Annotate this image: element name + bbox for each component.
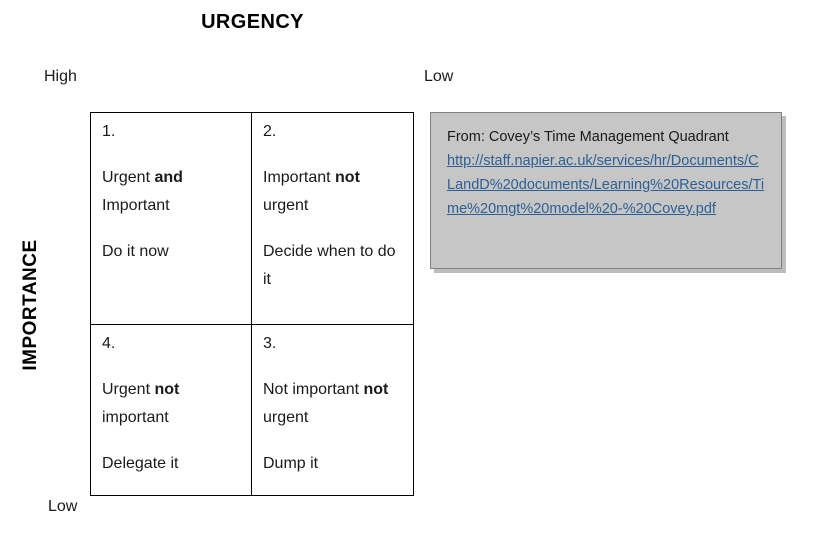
quadrant-description-suffix: urgent xyxy=(263,197,309,214)
quadrant-action: Do it now xyxy=(102,243,169,260)
quadrant-4-urgent-not-important: 4. Urgent not important Delegate it xyxy=(91,325,252,495)
source-caption: From: Covey’s Time Management Quadrant xyxy=(447,129,729,145)
urgency-low-label: Low xyxy=(424,68,454,85)
quadrant-description-prefix: Urgent xyxy=(102,169,155,186)
quadrant-3-not-important-not-urgent: 3. Not important not urgent Dump it xyxy=(252,325,413,495)
quadrant-description: Not important not urgent xyxy=(263,376,403,432)
quadrant-number: 3. xyxy=(263,335,277,352)
source-citation-box: From: Covey’s Time Management Quadrant h… xyxy=(430,112,782,269)
quadrant-grid: 1. Urgent and Important Do it now 2. Imp… xyxy=(90,112,414,496)
urgency-axis-title: URGENCY xyxy=(201,11,304,33)
source-url-link[interactable]: http://staff.napier.ac.uk/services/hr/Do… xyxy=(447,149,765,221)
quadrant-description: Urgent and Important xyxy=(102,164,241,220)
quadrant-description-emphasis: not xyxy=(335,169,360,186)
quadrant-description-emphasis: and xyxy=(154,169,183,186)
quadrant-action: Dump it xyxy=(263,455,319,472)
quadrant-description-prefix: Urgent xyxy=(102,381,155,398)
quadrant-1-urgent-and-important: 1. Urgent and Important Do it now xyxy=(91,113,252,325)
quadrant-description: Important not urgent xyxy=(263,164,403,220)
quadrant-description-emphasis: not xyxy=(363,381,389,398)
urgency-high-label: High xyxy=(44,68,77,85)
quadrant-description-prefix: Not important xyxy=(263,381,364,398)
quadrant-description: Urgent not important xyxy=(102,376,241,432)
quadrant-number: 2. xyxy=(263,123,277,140)
importance-low-label: Low xyxy=(48,498,78,515)
quadrant-number: 4. xyxy=(102,335,116,352)
quadrant-action: Decide when to do it xyxy=(263,243,396,288)
quadrant-number: 1. xyxy=(102,123,116,140)
quadrant-2-important-not-urgent: 2. Important not urgent Decide when to d… xyxy=(252,113,413,325)
quadrant-description-prefix: Important xyxy=(263,169,336,186)
quadrant-description-emphasis: not xyxy=(154,381,180,398)
importance-axis-title: IMPORTANCE xyxy=(20,239,41,371)
quadrant-action: Delegate it xyxy=(102,455,179,472)
quadrant-description-suffix: important xyxy=(102,409,169,426)
quadrant-description-suffix: Important xyxy=(102,197,170,214)
quadrant-description-suffix: urgent xyxy=(263,409,309,426)
